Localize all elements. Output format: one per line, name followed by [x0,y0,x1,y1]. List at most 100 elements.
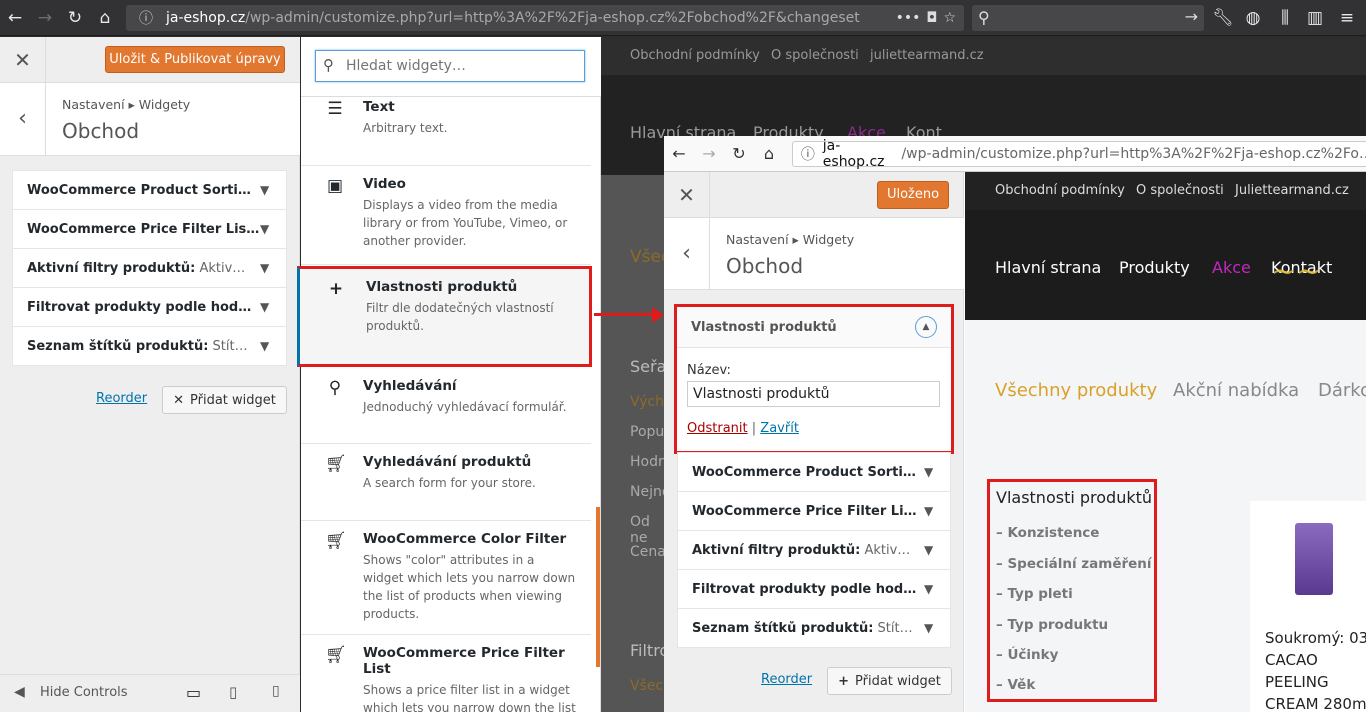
product-image [1295,523,1333,595]
widget-item[interactable]: Aktivní filtry produktů: Aktiv… ▼ [677,530,951,570]
widget-tpl-price-filter[interactable]: 🛒︎ WooCommerce Price Filter List Shows a… [301,635,591,712]
overlay-widget-list: WooCommerce Product Sorti… ▼ WooCommerce … [677,452,951,648]
attribute-link[interactable]: – Konzistence [996,525,1099,541]
product-card[interactable]: Soukromý: 03 CACAO PEELING CREAM 280ml [1250,501,1366,712]
attribute-link[interactable]: – Účinky [996,647,1058,663]
widget-item[interactable]: Seznam štítků produktů: Štít… ▼ [12,326,287,366]
browser-search-box[interactable]: ⚲ → [972,5,1204,31]
add-widget-button[interactable]: ✕ Přidat widget [162,386,287,414]
mobile-preview-icon[interactable]: ▯ [272,683,280,699]
widget-tpl-text[interactable]: ☰ Text Arbitrary text. [301,89,591,166]
forward-icon[interactable]: → [30,0,60,36]
nav-link[interactable]: Akce [1212,258,1251,277]
cart-icon: 🛒︎ [325,531,347,551]
pocket-icon[interactable]: ◘ [926,10,943,26]
top-link[interactable]: juliettearmand.cz [870,48,984,63]
close-customizer-button[interactable]: ✕ [0,37,46,83]
widget-tpl-color-filter[interactable]: 🛒︎ WooCommerce Color Filter Shows "color… [301,521,591,635]
widget-tpl-video[interactable]: ▣ Video Displays a video from the media … [301,166,591,265]
wrench-icon[interactable]: 🔧︎ [1208,0,1238,36]
attribute-link[interactable]: – Věk [996,677,1035,693]
reload-icon[interactable]: ↻ [60,0,90,36]
reorder-link[interactable]: Reorder [761,672,812,687]
reorder-link[interactable]: Reorder [96,391,147,406]
hide-controls-link[interactable]: Hide Controls [40,685,128,700]
top-link[interactable]: O společnosti [771,48,859,63]
back-button[interactable]: ‹ [664,218,710,290]
widget-item[interactable]: WooCommerce Product Sorti… ▼ [12,170,287,210]
expand-arrow-icon[interactable]: ▼ [260,183,272,197]
category-tab-active[interactable]: Všechny produkty [995,380,1157,401]
bookmark-star-icon[interactable]: ☆ [943,10,964,26]
widget-item[interactable]: Seznam štítků produktů: Štít… ▼ [677,608,951,648]
nav-link[interactable]: Hlavní strana [995,258,1101,277]
remove-link[interactable]: Odstranit [687,421,748,436]
desktop-preview-icon[interactable]: ▭ [186,683,201,702]
library-icon[interactable]: ⫼ [1270,0,1300,36]
hide-controls-icon[interactable]: ◀ [14,684,25,700]
top-link[interactable]: Obchodní podmínky [630,48,760,63]
widget-item[interactable]: Filtrovat produkty podle hod… ▼ [677,569,951,609]
widget-tpl-product-search[interactable]: 🛒︎ Vyhledávání produktů A search form fo… [301,444,591,521]
back-icon[interactable]: ← [0,0,30,36]
attribute-link[interactable]: – Speciální zaměření [996,556,1152,572]
attribute-link[interactable]: – Typ pleti [996,586,1073,602]
open-widget-panel: Vlastnosti produktů ▲ Název: Odstranit |… [674,304,954,454]
product-title[interactable]: Soukromý: 03 CACAO PEELING CREAM 280ml [1265,627,1366,712]
category-tab[interactable]: Akční nabídka [1173,380,1299,401]
widget-tpl-search[interactable]: ⚲ Vyhledávání Jednoduchý vyhledávací for… [301,368,591,444]
attribute-link[interactable]: – Typ produktu [996,617,1108,633]
expand-arrow-icon[interactable]: ▼ [924,504,936,518]
sidebar-icon[interactable]: ▥ [1300,0,1330,36]
publish-button[interactable]: Uložit & Publikovat úpravy [105,46,285,73]
scrollbar[interactable] [596,507,600,667]
nav-link[interactable]: Produkty [1119,258,1190,277]
close-link[interactable]: Zavřít [760,421,799,436]
close-customizer-button[interactable]: ✕ [664,172,710,218]
open-widget-header[interactable]: Vlastnosti produktů ▲ [677,307,951,348]
saved-button[interactable]: Uloženo [877,181,949,209]
category-tab[interactable]: Dárko [1318,380,1366,401]
back-button[interactable]: ‹ [0,83,46,156]
widget-tpl-product-attributes[interactable]: + Vlastnosti produktů Filtr dle dodatečn… [297,266,592,367]
page-actions-icon[interactable]: ••• [896,10,927,26]
site-info-icon[interactable]: ⓘ [793,144,823,164]
collapse-arrow-icon[interactable]: ▲ [915,316,937,338]
top-link[interactable]: Juliettearmand.cz [1235,183,1349,198]
back-icon[interactable]: ← [664,144,694,163]
home-icon[interactable]: ⌂ [90,0,120,36]
widget-actions: Odstranit | Zavřít [687,421,799,436]
top-link[interactable]: O společnosti [1136,183,1224,198]
forward-icon[interactable]: → [694,144,724,163]
overlay-address-bar[interactable]: ⓘ ja-eshop.cz /wp-admin/customize.php?ur… [792,138,1366,170]
expand-arrow-icon[interactable]: ▼ [924,582,936,596]
expand-arrow-icon[interactable]: ▼ [260,300,272,314]
tablet-preview-icon[interactable]: ▯ [229,683,237,701]
menu-icon[interactable]: ≡ [1332,0,1362,36]
site-info-icon[interactable]: ⓘ [126,8,166,28]
url-host: ja-eshop.cz [822,138,885,170]
top-link[interactable]: Obchodní podmínky [995,183,1125,198]
widget-item[interactable]: WooCommerce Product Sorti… ▼ [677,452,951,492]
widget-title: WooCommerce Product Sorti… [27,182,251,198]
expand-arrow-icon[interactable]: ▼ [924,465,936,479]
widget-search-input[interactable] [315,50,585,82]
globe-icon[interactable]: ◍ [1238,0,1268,36]
expand-arrow-icon[interactable]: ▼ [260,222,272,236]
widget-item[interactable]: WooCommerce Price Filter Lis… ▼ [12,209,287,249]
expand-arrow-icon[interactable]: ▼ [260,261,272,275]
widget-item[interactable]: WooCommerce Price Filter Lis… ▼ [677,491,951,531]
widget-title-input[interactable] [687,381,940,407]
widget-item[interactable]: Aktivní filtry produktů: Aktiv… ▼ [12,248,287,288]
text-fragment: Cena [630,544,666,560]
widget-item[interactable]: Filtrovat produkty podle hod… ▼ [12,287,287,327]
expand-arrow-icon[interactable]: ▼ [924,621,936,635]
home-icon[interactable]: ⌂ [754,144,784,163]
expand-arrow-icon[interactable]: ▼ [924,543,936,557]
expand-arrow-icon[interactable]: ▼ [260,339,272,353]
add-widget-button[interactable]: + Přidat widget [827,667,952,695]
widget-tpl-title: Video [363,176,406,192]
search-go-icon[interactable]: → [1185,7,1198,26]
reload-icon[interactable]: ↻ [724,144,754,163]
address-bar[interactable]: ⓘ ja-eshop.cz /wp-admin/customize.php?ur… [126,5,964,31]
